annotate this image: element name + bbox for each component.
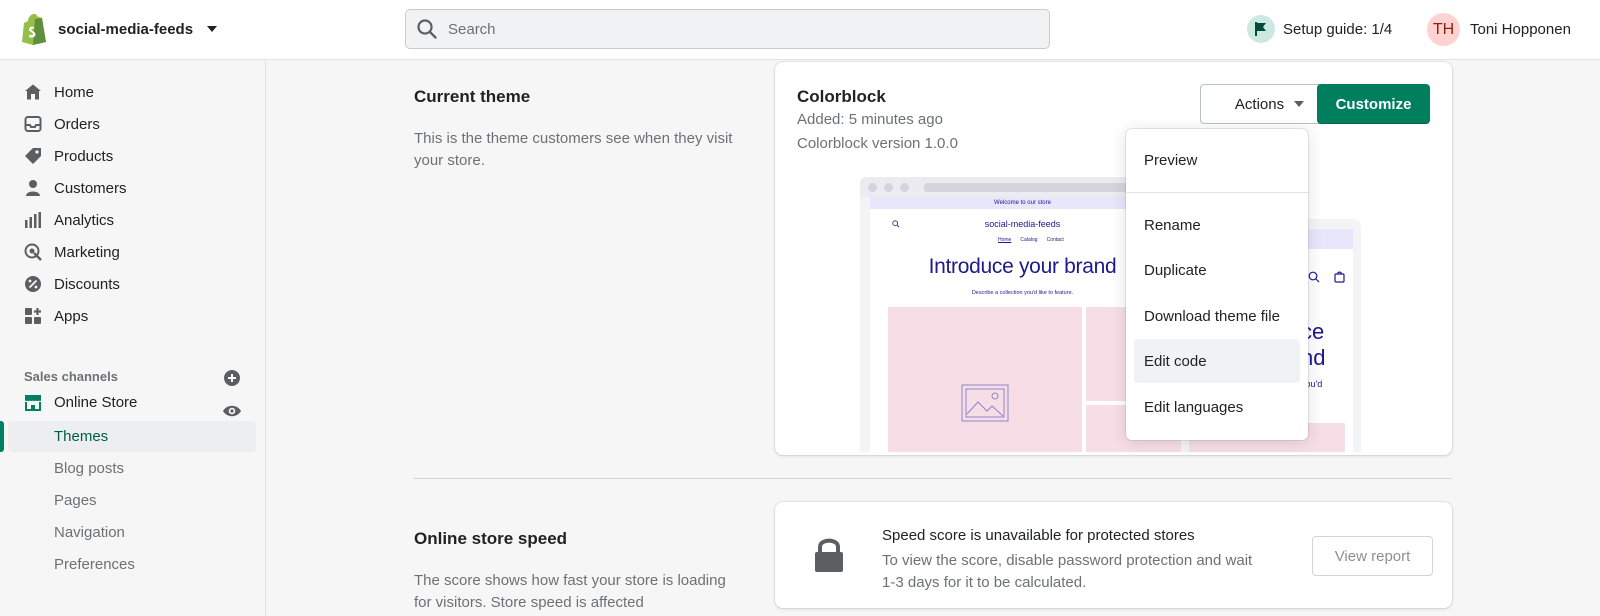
flag-icon	[1247, 15, 1275, 43]
add-channel-icon[interactable]	[223, 369, 241, 387]
sidebar-item-label: Marketing	[54, 243, 120, 261]
cart-icon	[1334, 271, 1345, 283]
speed-section-title: Online store speed	[414, 529, 568, 548]
view-report-button[interactable]: View report	[1312, 536, 1433, 576]
browser-dot	[884, 183, 893, 192]
discounts-icon	[25, 276, 41, 292]
theme-version: Colorblock version 1.0.0	[797, 135, 958, 152]
setup-guide-label: Setup guide: 1/4	[1283, 20, 1393, 38]
browser-dot	[900, 183, 909, 192]
sidebar-item-label: Apps	[54, 307, 89, 325]
sidebar: Home Orders Products Customers Analytics…	[0, 60, 266, 616]
chevron-down-icon	[207, 26, 218, 32]
speed-card-description: To view the score, disable password prot…	[882, 552, 1253, 591]
sidebar-item-label: Analytics	[54, 211, 115, 229]
preview-image-block	[888, 307, 1082, 452]
products-icon	[25, 148, 41, 164]
preview-nav-item: Home	[998, 237, 1012, 243]
sidebar-item-label: Online Store	[54, 393, 138, 411]
sidebar-subitem-label: Themes	[54, 428, 109, 445]
user-menu[interactable]: TH Toni Hopponen	[1427, 13, 1571, 46]
sidebar-subitem-label: Preferences	[54, 556, 135, 573]
menu-divider	[1126, 192, 1308, 193]
shopify-logo-icon	[22, 14, 46, 45]
menu-item-edit-code[interactable]: Edit code	[1134, 339, 1300, 383]
sidebar-subitem-navigation[interactable]: Navigation	[8, 517, 256, 548]
speed-card: Speed score is unavailable for protected…	[775, 502, 1452, 608]
marketing-icon	[24, 243, 42, 261]
menu-item-duplicate[interactable]: Duplicate	[1134, 248, 1300, 292]
sidebar-item-label: Discounts	[54, 275, 120, 293]
avatar: TH	[1427, 13, 1460, 46]
search-input[interactable]	[448, 20, 1008, 38]
theme-name: Colorblock	[797, 87, 886, 106]
sidebar-subitem-label: Pages	[54, 492, 97, 509]
user-name: Toni Hopponen	[1470, 21, 1571, 38]
sidebar-subitem-preferences[interactable]: Preferences	[8, 549, 256, 580]
top-bar: social-media-feeds Setup guide: 1/4 TH T…	[0, 0, 1600, 60]
sidebar-subitem-themes[interactable]: Themes	[0, 421, 256, 452]
current-theme-card: Colorblock Added: 5 minutes ago Colorblo…	[775, 62, 1452, 455]
image-placeholder-icon	[961, 384, 1009, 422]
current-theme-description: This is the theme customers see when the…	[414, 130, 733, 169]
sidebar-item-online-store[interactable]: Online Store	[24, 387, 137, 417]
sidebar-item-products[interactable]: Products	[24, 141, 113, 171]
active-indicator	[0, 421, 4, 452]
theme-added: Added: 5 minutes ago	[797, 111, 943, 128]
store-icon	[25, 395, 41, 411]
preview-nav-item: Catalog	[1020, 237, 1038, 243]
menu-item-rename[interactable]: Rename	[1134, 203, 1300, 247]
sidebar-item-label: Home	[54, 83, 95, 101]
store-name: social-media-feeds	[58, 20, 194, 38]
current-theme-title: Current theme	[414, 87, 531, 106]
preview-nav-item: Contact	[1046, 237, 1064, 243]
search-icon	[417, 19, 437, 39]
menu-item-preview[interactable]: Preview	[1134, 138, 1300, 182]
menu-item-edit-languages[interactable]: Edit languages	[1134, 385, 1300, 429]
sidebar-item-discounts[interactable]: Discounts	[24, 269, 120, 299]
search-bar[interactable]	[405, 9, 1050, 49]
analytics-icon	[25, 212, 41, 228]
sidebar-subitem-label: Blog posts	[54, 460, 125, 477]
sidebar-item-customers[interactable]: Customers	[24, 173, 127, 203]
sidebar-item-analytics[interactable]: Analytics	[24, 205, 114, 235]
sidebar-item-label: Products	[54, 147, 114, 165]
browser-dot	[868, 183, 877, 192]
eye-icon[interactable]	[222, 401, 242, 421]
customize-button[interactable]: Customize	[1317, 84, 1430, 124]
search-icon	[1308, 271, 1320, 283]
sidebar-item-label: Customers	[54, 179, 127, 197]
store-switcher[interactable]: social-media-feeds	[20, 13, 218, 45]
sidebar-item-orders[interactable]: Orders	[24, 109, 100, 139]
chevron-down-icon	[1294, 101, 1305, 107]
sidebar-item-home[interactable]: Home	[24, 77, 94, 107]
sales-channels-label: Sales channels	[24, 369, 118, 384]
actions-label: Actions	[1234, 95, 1285, 113]
speed-card-title: Speed score is unavailable for protected…	[882, 527, 1195, 544]
lock-icon	[815, 538, 843, 572]
apps-icon	[25, 308, 41, 324]
section-divider	[414, 478, 1452, 479]
customers-icon	[26, 180, 40, 196]
sidebar-item-apps[interactable]: Apps	[24, 301, 88, 331]
menu-item-download-theme-file[interactable]: Download theme file	[1134, 294, 1300, 338]
sidebar-subitem-blog-posts[interactable]: Blog posts	[8, 453, 256, 484]
speed-section-description: The score shows how fast your store is l…	[414, 572, 726, 611]
orders-icon	[24, 116, 42, 132]
sidebar-item-label: Orders	[54, 115, 100, 133]
sidebar-item-marketing[interactable]: Marketing	[24, 237, 120, 267]
preview-nav: Home Catalog Contact	[998, 237, 1064, 243]
sidebar-subitem-label: Navigation	[54, 524, 125, 541]
sidebar-subitem-pages[interactable]: Pages	[8, 485, 256, 516]
setup-guide-button[interactable]: Setup guide: 1/4	[1247, 15, 1392, 43]
home-icon	[25, 84, 41, 100]
actions-dropdown: Preview Rename Duplicate Download theme …	[1126, 129, 1308, 440]
